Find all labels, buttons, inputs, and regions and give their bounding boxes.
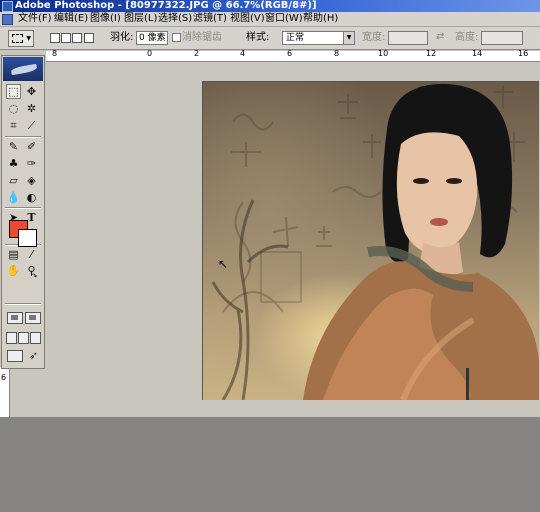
style-label: 样式:: [246, 32, 270, 43]
antialias-label: 消除锯齿: [182, 32, 222, 43]
menu-edit[interactable]: 编辑(E): [54, 12, 88, 26]
vertical-ruler: 6: [0, 367, 10, 417]
height-input[interactable]: [481, 31, 523, 45]
eraser-icon[interactable]: ▱: [6, 173, 21, 188]
new-selection-button[interactable]: [50, 33, 60, 43]
standard-mode-button[interactable]: [7, 312, 23, 324]
options-bar: ▼ 羽化: 0 像素 消除锯齿 样式: 正常 ▼ 宽度: ⇄ 高度:: [0, 27, 540, 50]
marquee-preset-icon: [12, 34, 23, 43]
width-label: 宽度:: [362, 32, 386, 43]
paint-bucket-icon[interactable]: ◈: [24, 173, 39, 188]
move-icon[interactable]: ✥: [24, 84, 39, 99]
title-bar: Adobe Photoshop - [80977322.JPG @ 66.7%(…: [0, 0, 540, 12]
healing-brush-icon[interactable]: ✎: [6, 139, 21, 154]
menu-layer[interactable]: 图层(L): [124, 12, 157, 26]
magic-wand-icon[interactable]: ✲: [24, 101, 39, 116]
toolbox: ⬚ ✥ ◌ ✲ ⌗ ⟋ ✎ ✐ ♣ ✑ ▱ ◈ 💧 ◐ ➤ T ♦ □ ▤ ⁄ …: [1, 55, 45, 369]
screen-mode-full-menu-button[interactable]: [18, 332, 29, 344]
tool-separator: [5, 207, 41, 209]
feather-input[interactable]: 0 像素: [136, 31, 168, 45]
dodge-icon[interactable]: ◐: [24, 190, 39, 205]
portrait-image: [211, 83, 539, 400]
canvas-edge-strip: [466, 368, 469, 400]
menu-help[interactable]: 帮助(H): [303, 12, 338, 26]
history-brush-icon[interactable]: ✑: [24, 156, 39, 171]
menu-bar: 文件(F) 编辑(E) 图像(I) 图层(L) 选择(S) 滤镜(T) 视图(V…: [0, 12, 540, 27]
ruler-number: 14: [472, 49, 483, 58]
ruler-number: 6: [1, 373, 7, 382]
imageready-icon[interactable]: ➶: [26, 348, 41, 363]
style-select[interactable]: 正常 ▼: [282, 31, 355, 45]
screen-mode-standard-button[interactable]: [6, 332, 17, 344]
ruler-number: 2: [194, 49, 200, 58]
document-icon[interactable]: [2, 14, 13, 25]
feather-icon: [10, 63, 38, 76]
image-canvas[interactable]: [202, 81, 539, 400]
swap-dimensions-icon[interactable]: ⇄: [436, 31, 444, 43]
width-input[interactable]: [388, 31, 428, 45]
workspace-area: [0, 417, 540, 512]
clone-stamp-icon[interactable]: ♣: [6, 156, 21, 171]
photoshop-icon: [2, 1, 13, 12]
jump-to-imageready-button[interactable]: [7, 350, 23, 362]
ruler-number: 8: [52, 49, 58, 58]
menu-view[interactable]: 视图(V): [230, 12, 265, 26]
tool-preset-picker[interactable]: ▼: [8, 30, 34, 47]
ruler-number: 12: [426, 49, 437, 58]
add-selection-button[interactable]: [61, 33, 71, 43]
quick-mask-icon: [29, 315, 36, 320]
ruler-number: 4: [240, 49, 246, 58]
horizontal-ruler: 8 0 2 4 6 8 10 12 14 16: [46, 49, 540, 62]
ruler-number: 0: [147, 49, 153, 58]
slice-icon[interactable]: ⟋: [24, 118, 39, 133]
eyedropper-icon[interactable]: ⁄: [24, 247, 39, 262]
notes-icon[interactable]: ▤: [6, 247, 21, 262]
ruler-number: 10: [378, 49, 389, 58]
menu-image[interactable]: 图像(I): [90, 12, 121, 26]
intersect-selection-button[interactable]: [84, 33, 94, 43]
antialias-checkbox[interactable]: [172, 33, 181, 42]
menu-filter[interactable]: 滤镜(T): [193, 12, 227, 26]
window-title: Adobe Photoshop - [80977322.JPG @ 66.7%(…: [15, 0, 317, 11]
subtract-selection-button[interactable]: [72, 33, 82, 43]
menu-window[interactable]: 窗口(W): [265, 12, 303, 26]
hand-icon[interactable]: ✋: [6, 263, 21, 278]
menu-file[interactable]: 文件(F): [18, 12, 52, 26]
lasso-icon[interactable]: ◌: [6, 101, 21, 116]
background-color-swatch[interactable]: [18, 229, 37, 247]
ruler-number: 8: [334, 49, 340, 58]
adobe-logo[interactable]: [3, 57, 43, 81]
height-label: 高度:: [455, 32, 479, 43]
feather-label: 羽化:: [110, 32, 134, 43]
cursor-icon: ↖: [218, 257, 229, 271]
marquee-icon[interactable]: ⬚: [6, 84, 21, 99]
crop-icon[interactable]: ⌗: [6, 118, 21, 133]
tool-separator: [5, 303, 41, 305]
chevron-down-icon: ▼: [26, 35, 31, 42]
menu-select[interactable]: 选择(S): [158, 12, 192, 26]
ruler-number: 6: [287, 49, 293, 58]
quick-mask-button[interactable]: [25, 312, 41, 324]
chevron-down-icon: ▼: [343, 32, 354, 44]
brush-icon[interactable]: ✐: [24, 139, 39, 154]
blur-icon[interactable]: 💧: [6, 190, 21, 205]
ruler-number: 16: [518, 49, 529, 58]
standard-mode-icon: [11, 315, 18, 320]
swap-colors-icon[interactable]: ↷: [29, 272, 39, 282]
screen-mode-full-button[interactable]: [30, 332, 41, 344]
style-select-value: 正常: [286, 33, 305, 43]
tool-separator: [5, 136, 41, 138]
